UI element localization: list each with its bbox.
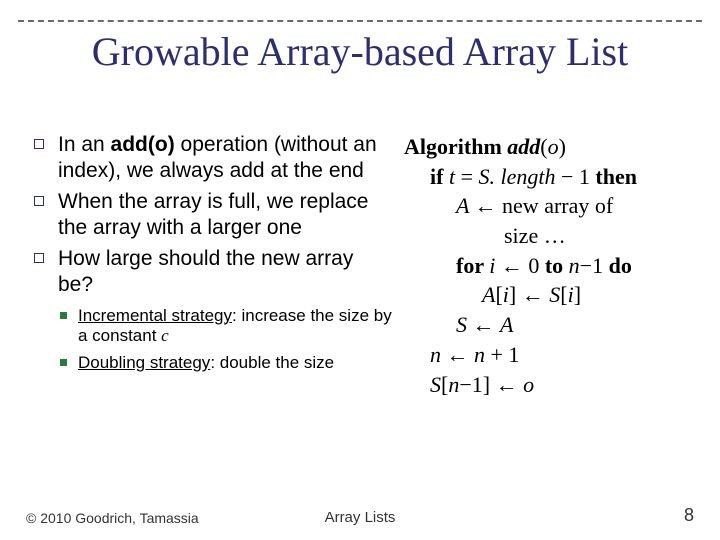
algo-var-t: t bbox=[449, 164, 461, 189]
algo-rbracket-2: ] bbox=[574, 282, 581, 307]
bullet-1-bold: add(o) bbox=[111, 133, 175, 156]
algo-arrow-5: ← bbox=[522, 282, 550, 307]
algo-S4: S bbox=[430, 372, 441, 397]
sub-bullet-2-post: : double the size bbox=[210, 353, 334, 372]
algo-open-paren: ( bbox=[540, 134, 547, 159]
bullet-3: How large should the new array be? bbox=[30, 246, 394, 297]
slide: Growable Array-based Array List In an ad… bbox=[0, 0, 720, 540]
algo-line-1: if t = S. length − 1 then bbox=[404, 162, 690, 192]
algo-var-i: i bbox=[489, 253, 501, 278]
algo-line-7: n ← n + 1 bbox=[404, 340, 690, 370]
algo-kw-do: do bbox=[609, 253, 632, 278]
algo-line-0: Algorithm add(o) bbox=[404, 132, 690, 162]
algo-line-4: for i ← 0 to n−1 do bbox=[404, 251, 690, 281]
algo-kw-algorithm: Algorithm bbox=[404, 134, 507, 159]
algo-minus-1: −1 bbox=[580, 253, 609, 278]
algo-plus-one: + 1 bbox=[491, 342, 520, 367]
algo-line-2: A ← new array of bbox=[404, 191, 690, 221]
sub-bullet-2: Doubling strategy: double the size bbox=[30, 353, 394, 374]
algo-assign-zero: ← 0 bbox=[501, 253, 545, 278]
algo-minus-one-2: −1] bbox=[459, 372, 495, 397]
algo-name-add: add bbox=[507, 134, 540, 159]
bullet-1: In an add(o) operation (without an index… bbox=[30, 132, 394, 183]
sub-bullet-1-term: Incremental strategy bbox=[78, 306, 232, 325]
algo-n4: n bbox=[448, 372, 459, 397]
algo-line-3: size … bbox=[404, 221, 690, 251]
algo-S2: S bbox=[549, 282, 560, 307]
footer-topic: Array Lists bbox=[0, 509, 720, 526]
algo-kw-if: if bbox=[430, 164, 449, 189]
algo-kw-for: for bbox=[456, 253, 489, 278]
sub-bullet-list: Incremental strategy: increase the size … bbox=[30, 306, 394, 374]
algo-n3: n bbox=[474, 342, 491, 367]
algo-S3: S bbox=[456, 312, 473, 337]
algo-s-length: S. length bbox=[479, 164, 562, 189]
algorithm-block: Algorithm add(o) if t = S. length − 1 th… bbox=[400, 132, 690, 480]
algo-line-6: S ← A bbox=[404, 310, 690, 340]
algo-n2: n bbox=[430, 342, 447, 367]
algo-var-n: n bbox=[569, 253, 580, 278]
sub-bullet-2-term: Doubling strategy bbox=[78, 353, 210, 372]
algo-line-5: A[i] ← S[i] bbox=[404, 280, 690, 310]
algo-close-paren: ) bbox=[559, 134, 566, 159]
algo-eq: = bbox=[461, 164, 479, 189]
algo-A3: A bbox=[500, 312, 513, 337]
main-bullet-list: In an add(o) operation (without an index… bbox=[30, 132, 394, 298]
algo-A2: A bbox=[482, 282, 495, 307]
algo-line-8: S[n−1] ← o bbox=[404, 370, 690, 400]
algo-new-array: ← new array of bbox=[475, 193, 614, 218]
algo-rbracket-1: ] bbox=[509, 282, 522, 307]
algo-arrow-8: ← bbox=[496, 372, 524, 397]
top-divider bbox=[18, 20, 702, 22]
algo-var-A: A bbox=[456, 193, 475, 218]
algo-o2: o bbox=[523, 372, 534, 397]
algo-lbracket-2: [ bbox=[560, 282, 567, 307]
algo-kw-to: to bbox=[545, 253, 569, 278]
sub-bullet-1-c: c bbox=[161, 326, 169, 345]
bullet-2: When the array is full, we replace the a… bbox=[30, 189, 394, 240]
algo-minus-one: − 1 bbox=[561, 164, 595, 189]
sub-bullet-1: Incremental strategy: increase the size … bbox=[30, 306, 394, 347]
left-column: In an add(o) operation (without an index… bbox=[30, 132, 400, 480]
bullet-1-pre: In an bbox=[58, 133, 111, 156]
algo-param-o: o bbox=[548, 134, 559, 159]
algo-lbracket-1: [ bbox=[495, 282, 502, 307]
algo-arrow-7: ← bbox=[447, 342, 475, 367]
body: In an add(o) operation (without an index… bbox=[30, 132, 690, 480]
slide-title: Growable Array-based Array List bbox=[0, 28, 720, 75]
algo-arrow-6: ← bbox=[473, 312, 501, 337]
footer-page-number: 8 bbox=[684, 505, 694, 526]
algo-kw-then: then bbox=[595, 164, 637, 189]
